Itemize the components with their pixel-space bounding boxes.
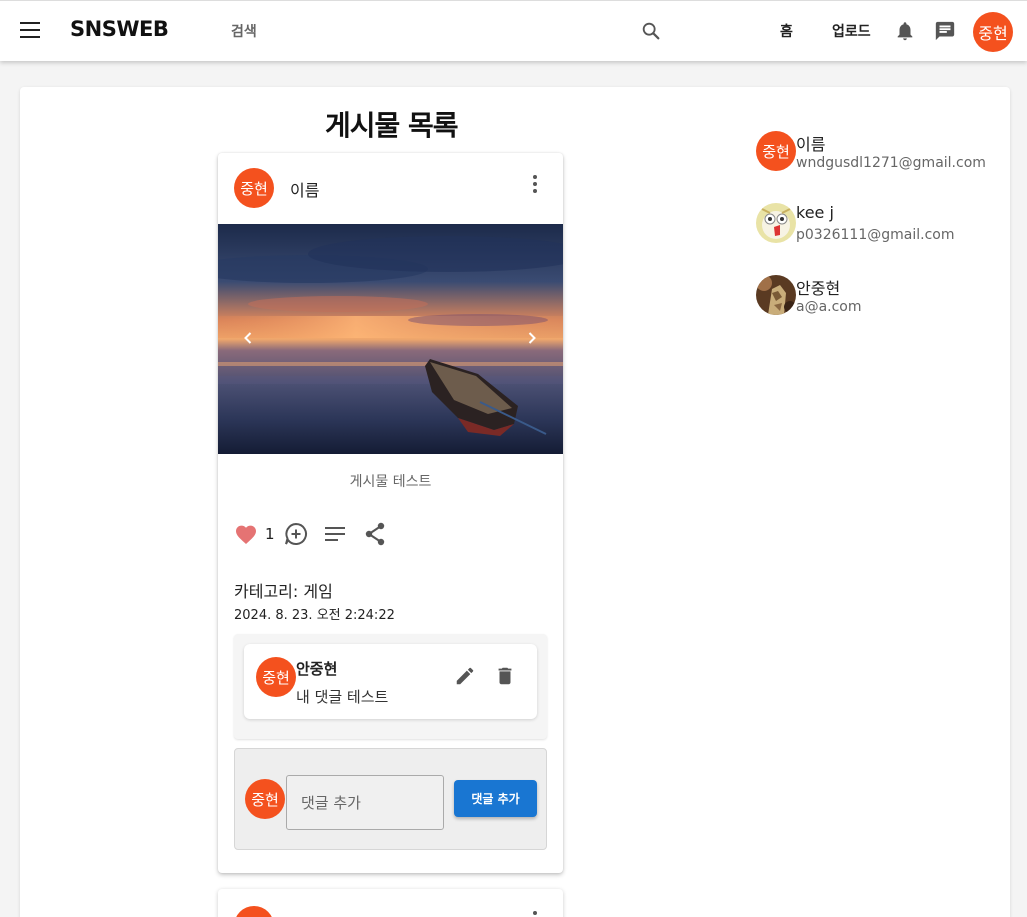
more-vert-icon[interactable]: [530, 911, 540, 917]
post-card: 중현 이름 게시물 테스트 1 카테고리: 게임 2024. 8. 23. 오전…: [218, 153, 563, 873]
app-bar: SNSWEB 홈 업로드 중현: [0, 0, 1027, 61]
comment-item: 중현 안중현 내 댓글 테스트: [244, 644, 537, 719]
post-category: 카테고리: 게임: [234, 582, 333, 601]
user-name: 안중현: [796, 279, 841, 298]
page-title: 게시물 목록: [325, 109, 459, 142]
user-email: wndgusdl1271@gmail.com: [796, 155, 986, 171]
post-text: 게시물 테스트: [349, 474, 432, 490]
search-icon[interactable]: [640, 20, 662, 42]
chevron-right-icon[interactable]: [524, 330, 540, 346]
post-card: 중현: [218, 889, 563, 917]
comment-input[interactable]: [286, 775, 444, 830]
post-image-carousel: [218, 224, 563, 454]
post-author-avatar[interactable]: 중현: [234, 906, 274, 917]
user-list-item[interactable]: kee j p0326111@gmail.com: [756, 201, 1006, 245]
new-comment-avatar: 중현: [245, 779, 285, 819]
user-list-item[interactable]: 안중현 a@a.com: [756, 273, 1006, 317]
chat-icon[interactable]: [934, 20, 956, 42]
share-icon[interactable]: [364, 522, 386, 546]
user-avatar: [756, 275, 796, 315]
nav-upload-link[interactable]: 업로드: [832, 21, 871, 41]
user-avatar[interactable]: 중현: [973, 12, 1013, 52]
post-author-avatar[interactable]: 중현: [234, 168, 274, 208]
user-avatar: [756, 203, 796, 243]
chevron-left-icon[interactable]: [240, 330, 256, 346]
user-list-item[interactable]: 중현 이름 wndgusdl1271@gmail.com: [756, 129, 1006, 173]
nav-home-link[interactable]: 홈: [780, 21, 793, 41]
delete-icon[interactable]: [494, 665, 516, 687]
post-author-name: 이름: [290, 181, 320, 200]
menu-icon[interactable]: [20, 22, 40, 38]
post-actions: 1: [234, 521, 434, 547]
post-image: [218, 224, 563, 454]
user-name: kee j: [796, 203, 834, 222]
more-vert-icon[interactable]: [530, 175, 540, 195]
heart-icon[interactable]: [234, 523, 258, 545]
user-name: 이름: [796, 135, 826, 154]
user-email: a@a.com: [796, 299, 862, 315]
comment-author-name: 안중현: [296, 660, 338, 678]
add-comment-button[interactable]: 댓글 추가: [454, 780, 537, 817]
notes-icon[interactable]: [324, 524, 346, 544]
user-email: p0326111@gmail.com: [796, 227, 955, 243]
search-box: [231, 21, 631, 43]
new-comment-form: 중현 댓글 추가: [234, 748, 547, 850]
like-count: 1: [265, 525, 275, 543]
brand-logo[interactable]: SNSWEB: [70, 17, 169, 41]
bell-icon[interactable]: [894, 20, 916, 42]
user-avatar: 중현: [756, 131, 796, 171]
comment-body: 내 댓글 테스트: [296, 688, 389, 706]
post-date: 2024. 8. 23. 오전 2:24:22: [234, 608, 395, 623]
add-comment-icon[interactable]: [283, 521, 309, 547]
comment-author-avatar[interactable]: 중현: [256, 657, 296, 697]
search-input[interactable]: [231, 24, 631, 40]
comments-list: 중현 안중현 내 댓글 테스트: [234, 634, 547, 739]
edit-icon[interactable]: [454, 665, 476, 687]
